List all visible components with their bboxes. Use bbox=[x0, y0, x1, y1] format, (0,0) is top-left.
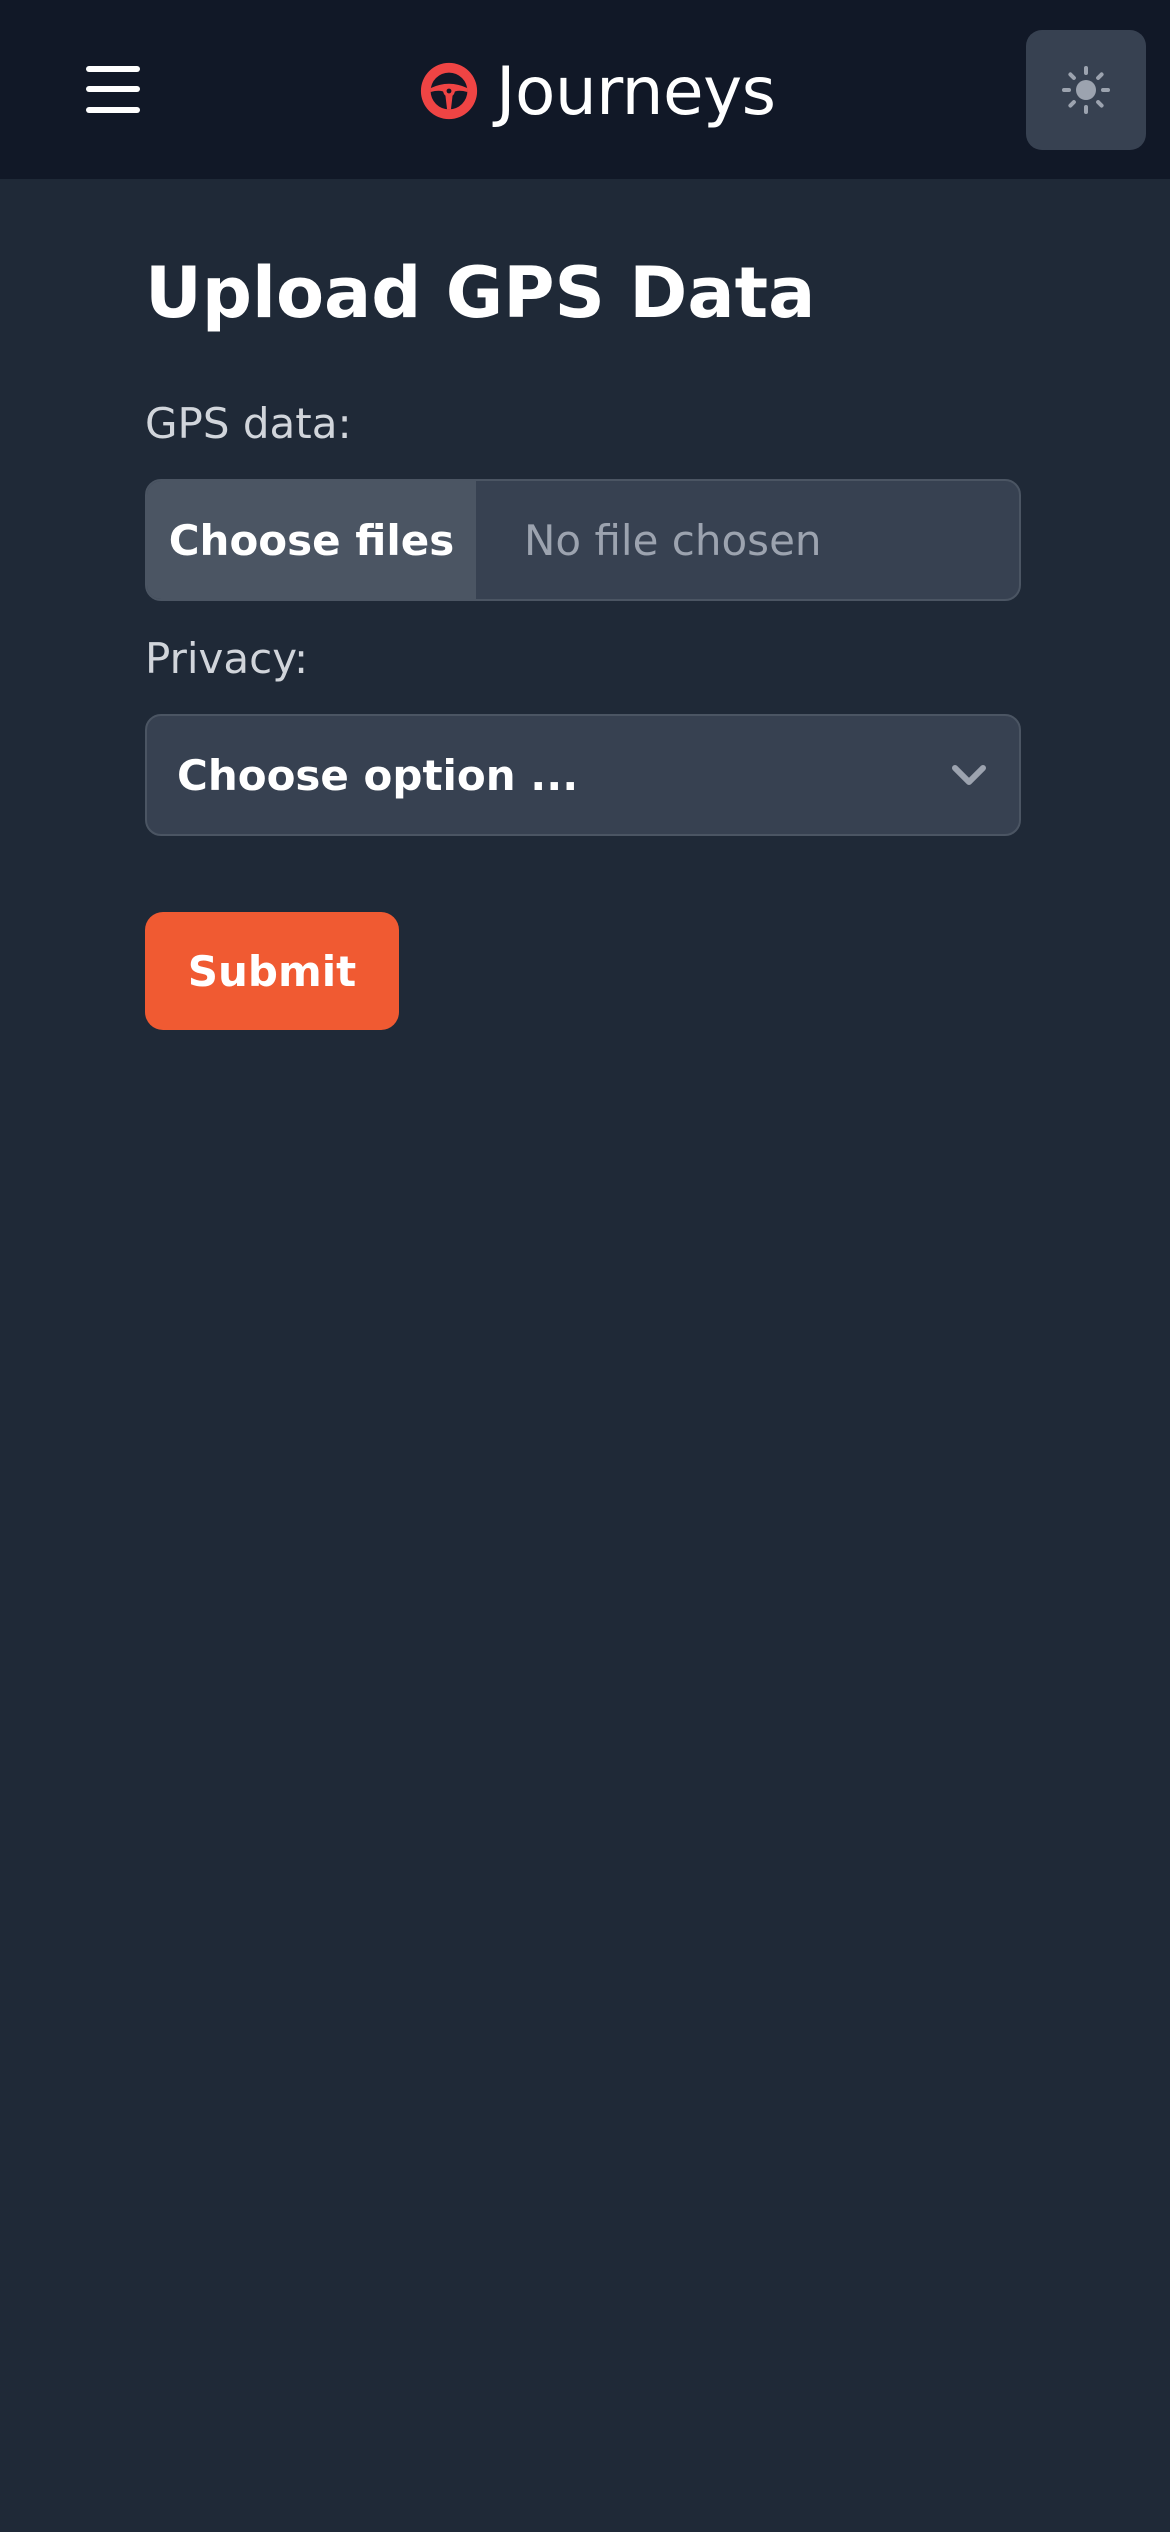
brand-link[interactable]: Journeys bbox=[418, 46, 776, 136]
steering-wheel-icon bbox=[420, 62, 478, 120]
theme-toggle-button[interactable] bbox=[1026, 30, 1146, 150]
privacy-select[interactable]: Choose option ... bbox=[145, 714, 1021, 836]
chevron-down-icon bbox=[952, 765, 986, 785]
page-title: Upload GPS Data bbox=[145, 252, 816, 334]
privacy-label: Privacy: bbox=[145, 634, 309, 683]
gps-file-input[interactable]: Choose files No file chosen bbox=[145, 479, 1021, 601]
gps-data-label: GPS data: bbox=[145, 399, 352, 448]
submit-button[interactable]: Submit bbox=[145, 912, 399, 1030]
file-status-text: No file chosen bbox=[524, 515, 822, 565]
privacy-select-value: Choose option ... bbox=[177, 750, 579, 800]
choose-files-button[interactable]: Choose files bbox=[147, 481, 476, 599]
brand-title: Journeys bbox=[496, 52, 776, 130]
hamburger-menu-icon[interactable] bbox=[86, 66, 142, 114]
sun-icon bbox=[1062, 66, 1110, 114]
top-navbar: Journeys bbox=[0, 0, 1170, 179]
